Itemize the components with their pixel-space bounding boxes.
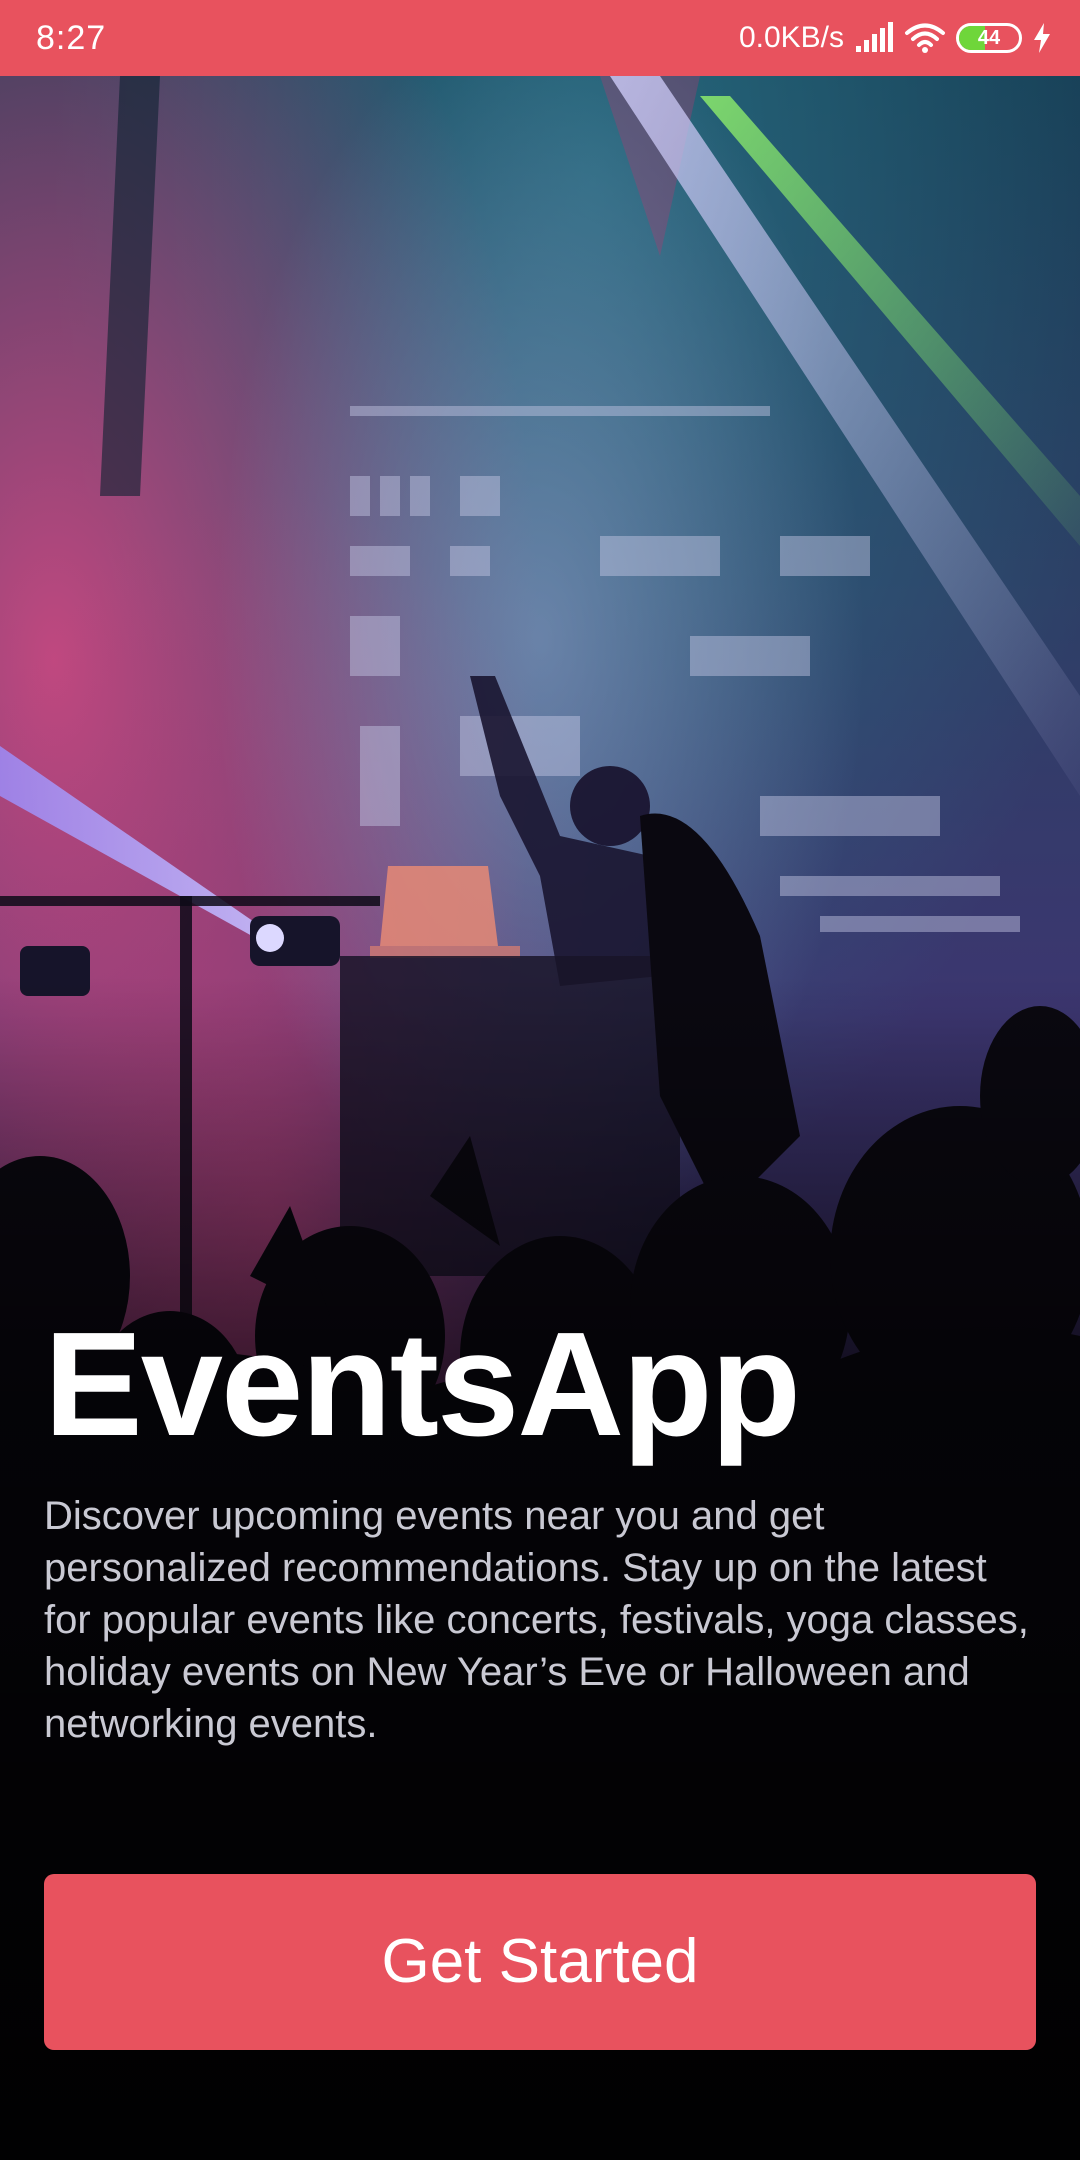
status-icons: 0.0KB/s 44 bbox=[739, 16, 1052, 60]
signal-icon bbox=[854, 22, 894, 54]
battery-level: 44 bbox=[977, 27, 1001, 49]
status-bar: 8:27 0.0KB/s 44 bbox=[0, 0, 1080, 76]
wifi-icon bbox=[904, 22, 946, 54]
get-started-button[interactable]: Get Started bbox=[44, 1874, 1036, 2050]
charging-icon bbox=[1032, 22, 1052, 54]
welcome-screen: 8:27 0.0KB/s 44 EventsApp Discover upcom… bbox=[0, 0, 1080, 2160]
status-time: 8:27 bbox=[36, 19, 107, 57]
app-title: EventsApp bbox=[44, 1302, 801, 1467]
network-speed: 0.0KB/s bbox=[738, 21, 844, 54]
app-description: Discover upcoming events near you and ge… bbox=[44, 1494, 1029, 1746]
concert-background-image bbox=[0, 76, 1080, 2160]
battery-icon: 44 bbox=[956, 23, 1022, 53]
